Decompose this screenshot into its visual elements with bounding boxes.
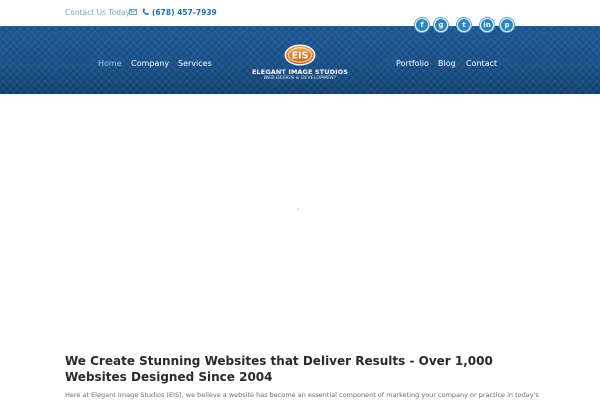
twitter-icon[interactable]: t (456, 17, 472, 33)
nav-services[interactable]: Services (178, 59, 212, 68)
nav-company[interactable]: Company (131, 59, 169, 68)
nav-blog[interactable]: Blog (438, 59, 456, 68)
eis-logo-icon[interactable]: EIS (284, 44, 316, 66)
logo-badge-text: EIS (292, 51, 309, 62)
contact-us-text: Contact Us Today! (65, 8, 134, 17)
logo-subtitle: WEB DESIGN & DEVELOPMENT (263, 76, 337, 81)
envelope-icon[interactable] (129, 9, 137, 15)
facebook-icon[interactable]: f (414, 17, 430, 33)
slider-loading-dot (297, 208, 299, 210)
page-headline: We Create Stunning Websites that Deliver… (65, 354, 493, 384)
site-header: Home Company Services EIS ELEGANT IMAGE … (0, 26, 600, 94)
nav-portfolio[interactable]: Portfolio (396, 59, 429, 68)
intro-paragraph: Here at Elegant Image Studios (EIS), we … (65, 391, 539, 399)
hero-slider (0, 94, 600, 334)
pinterest-glyph: p (501, 19, 513, 31)
google-plus-icon[interactable]: g (433, 17, 449, 33)
phone-icon (142, 8, 149, 15)
nav-home[interactable]: Home (98, 59, 122, 68)
logo-title[interactable]: ELEGANT IMAGE STUDIOS (247, 68, 353, 76)
pinterest-icon[interactable]: p (499, 17, 515, 33)
nav-contact[interactable]: Contact (466, 59, 497, 68)
google-plus-glyph: g (435, 19, 447, 31)
facebook-glyph: f (416, 19, 428, 31)
phone-number-link[interactable]: (678) 457-7939 (152, 8, 217, 17)
twitter-glyph: t (458, 19, 470, 31)
linkedin-glyph: in (481, 19, 493, 31)
linkedin-icon[interactable]: in (479, 17, 495, 33)
